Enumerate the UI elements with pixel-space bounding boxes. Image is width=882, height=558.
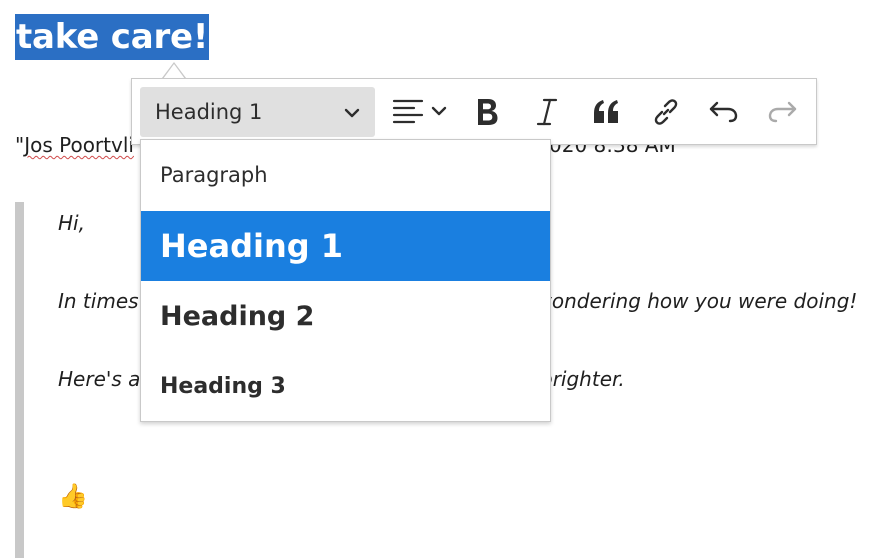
dropdown-option-heading-3[interactable]: Heading 3 <box>141 351 550 421</box>
block-format-dropdown: Paragraph Heading 1 Heading 2 Heading 3 <box>140 139 551 422</box>
italic-button[interactable] <box>528 87 566 137</box>
from-line: "Jos Poortvli <box>15 131 134 159</box>
formatting-toolbar: Heading 1 <box>131 78 817 145</box>
link-icon <box>654 99 678 125</box>
bold-button[interactable] <box>468 87 506 137</box>
email-editor: take care! "Jos Poortvli 020 8:38 AM Hi,… <box>0 0 882 558</box>
align-left-icon <box>392 99 447 124</box>
from-prefix: " <box>15 133 25 157</box>
from-name[interactable]: Jos Poortvli <box>24 133 134 157</box>
toolbar-pointer-fill <box>163 64 185 79</box>
align-button[interactable] <box>390 87 452 137</box>
block-format-select[interactable]: Heading 1 <box>140 87 375 137</box>
quote-line-2-left: In times <box>58 289 139 313</box>
quote-line-3-left: Here's a <box>58 367 141 391</box>
italic-icon <box>536 98 558 126</box>
selected-heading[interactable]: take care! <box>15 14 210 60</box>
dropdown-option-heading-1[interactable]: Heading 1 <box>141 211 550 281</box>
quote-line-greeting: Hi, <box>58 211 85 235</box>
quote-line-2-right: vondering how you were doing! <box>540 289 858 313</box>
dropdown-option-paragraph[interactable]: Paragraph <box>141 140 550 210</box>
link-button[interactable] <box>646 87 686 137</box>
redo-icon <box>768 101 797 123</box>
thumbs-up-emoji: 👍 <box>58 482 88 510</box>
redo-button[interactable] <box>762 87 802 137</box>
bold-icon <box>478 99 498 125</box>
undo-button[interactable] <box>704 87 744 137</box>
blockquote-button[interactable] <box>586 87 626 137</box>
heading-text[interactable]: take care! <box>16 17 208 57</box>
undo-icon <box>709 101 738 123</box>
quote-line-3-right: brighter. <box>540 367 625 391</box>
dropdown-option-heading-2[interactable]: Heading 2 <box>141 281 550 351</box>
chevron-down-icon <box>344 108 360 118</box>
quote-icon <box>594 100 618 123</box>
quote-bar <box>15 202 24 558</box>
block-format-value: Heading 1 <box>155 100 263 124</box>
chevron-down-icon <box>431 106 447 116</box>
